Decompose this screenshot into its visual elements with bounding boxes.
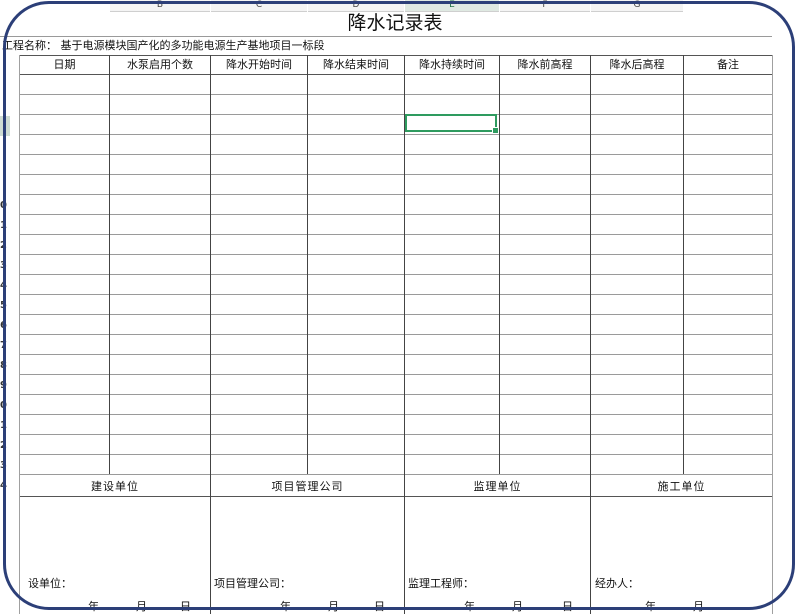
date-month-2: 月	[328, 600, 339, 613]
row-header[interactable]: 1	[0, 216, 10, 236]
row-divider	[19, 174, 772, 175]
row-header[interactable]: 9	[0, 376, 10, 396]
header-level-after[interactable]: 降水后高程	[591, 56, 683, 74]
date-day-3: 日	[562, 600, 573, 613]
row-divider	[19, 274, 772, 275]
date-month-3: 月	[512, 600, 523, 613]
row-header[interactable]: 2	[0, 436, 10, 456]
row-divider	[19, 154, 772, 155]
row-divider	[19, 454, 772, 455]
signature-owner[interactable]: 设单位：	[28, 575, 72, 591]
row-divider	[19, 414, 772, 415]
header-start-time[interactable]: 降水开始时间	[211, 56, 307, 74]
fill-handle[interactable]	[492, 127, 499, 134]
row-divider	[19, 194, 772, 195]
row-divider	[19, 294, 772, 295]
row-divider	[19, 314, 772, 315]
row-header[interactable]: 8	[0, 356, 10, 376]
column-divider	[109, 55, 110, 474]
date-day-2: 日	[374, 600, 385, 613]
date-month-4: 月	[693, 600, 704, 613]
header-duration[interactable]: 降水持续时间	[405, 56, 499, 74]
column-divider	[307, 55, 308, 474]
header-top-line	[19, 55, 772, 56]
column-divider	[590, 55, 591, 474]
row-header[interactable]: 3	[0, 256, 10, 276]
row-divider	[19, 334, 772, 335]
column-divider	[19, 55, 20, 474]
spreadsheet-sheet: B C D E F G 012345678901234 降水记录表 工程名称： …	[0, 0, 800, 614]
row-header[interactable]	[0, 136, 10, 156]
signature-handler[interactable]: 经办人：	[595, 575, 639, 591]
row-header[interactable]: 0	[0, 196, 10, 216]
party-owner[interactable]: 建设单位	[20, 477, 210, 496]
row-header[interactable]	[0, 176, 10, 196]
header-pump-count[interactable]: 水泵启用个数	[110, 56, 210, 74]
party-supervision[interactable]: 监理单位	[405, 477, 590, 496]
row-header[interactable]: 3	[0, 456, 10, 476]
column-divider	[210, 55, 211, 474]
title-divider	[0, 36, 772, 37]
row-divider	[19, 234, 772, 235]
date-year-3: 年	[464, 600, 475, 613]
row-divider	[19, 434, 772, 435]
row-divider	[19, 474, 772, 475]
signature-supervisor[interactable]: 监理工程师：	[408, 575, 474, 591]
party-column-divider	[772, 474, 773, 614]
form-title: 降水记录表	[347, 12, 443, 34]
row-divider	[19, 254, 772, 255]
date-year-1: 年	[88, 600, 99, 613]
date-year-2: 年	[280, 600, 291, 613]
row-header[interactable]: 4	[0, 276, 10, 296]
party-project-management[interactable]: 项目管理公司	[211, 477, 404, 496]
selected-cell[interactable]	[405, 114, 499, 134]
row-header[interactable]: 7	[0, 336, 10, 356]
row-header[interactable]: 1	[0, 416, 10, 436]
column-divider	[772, 55, 773, 474]
party-divider	[19, 496, 772, 497]
row-divider	[19, 354, 772, 355]
header-level-before[interactable]: 降水前高程	[500, 56, 590, 74]
row-divider	[19, 214, 772, 215]
row-divider	[19, 374, 772, 375]
row-divider	[19, 134, 772, 135]
header-bottom-line	[19, 74, 772, 75]
row-divider	[19, 114, 772, 115]
row-header[interactable]: 5	[0, 296, 10, 316]
party-contractor[interactable]: 施工单位	[591, 477, 772, 496]
header-end-time[interactable]: 降水结束时间	[308, 56, 404, 74]
row-header[interactable]	[0, 156, 10, 176]
row-divider	[19, 94, 772, 95]
column-divider	[683, 55, 684, 474]
date-month-1: 月	[136, 600, 147, 613]
column-divider	[499, 55, 500, 474]
header-remarks[interactable]: 备注	[684, 56, 772, 74]
row-header[interactable]	[0, 96, 10, 116]
row-header[interactable]	[0, 116, 10, 136]
row-header[interactable]: 4	[0, 476, 10, 496]
signature-project-management[interactable]: 项目管理公司：	[214, 575, 291, 591]
row-header[interactable]: 0	[0, 396, 10, 416]
row-divider	[19, 394, 772, 395]
row-header[interactable]: 6	[0, 316, 10, 336]
project-name-line[interactable]: 工程名称： 基于电源模块国产化的多功能电源生产基地项目一标段	[2, 38, 325, 54]
row-header[interactable]: 2	[0, 236, 10, 256]
date-year-4: 年	[645, 600, 656, 613]
header-date[interactable]: 日期	[20, 56, 109, 74]
date-day-1: 日	[180, 600, 191, 613]
